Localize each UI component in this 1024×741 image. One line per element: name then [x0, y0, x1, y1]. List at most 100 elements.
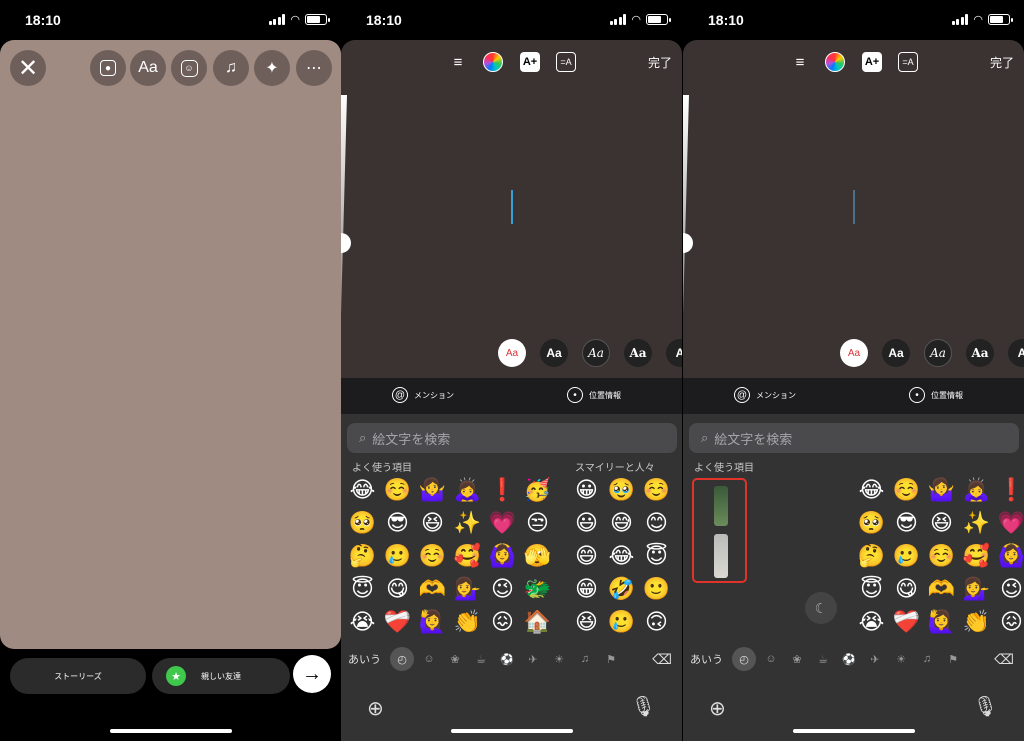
- emoji-key[interactable]: 🐲: [520, 573, 555, 606]
- emoji-key[interactable]: 🥺: [854, 507, 889, 540]
- location-button[interactable]: • 位置情報: [567, 387, 621, 403]
- emoji-key[interactable]: 😎: [889, 507, 924, 540]
- object-category-icon[interactable]: ☀: [546, 653, 572, 666]
- font-option-script[interactable]: Aa: [924, 339, 952, 367]
- kana-switch-button[interactable]: あいう: [690, 651, 730, 667]
- share-to-stories-button[interactable]: ストーリーズ: [10, 658, 146, 694]
- delete-icon[interactable]: ⌫: [994, 651, 1014, 668]
- close-button[interactable]: ✕: [10, 50, 46, 86]
- emoji-key[interactable]: 🤷‍♀️: [415, 474, 450, 507]
- globe-icon[interactable]: ⊕: [709, 696, 726, 721]
- done-button[interactable]: 完了: [648, 54, 672, 71]
- emoji-key[interactable]: 🫶: [415, 573, 450, 606]
- emoji-key[interactable]: 🥹: [604, 474, 639, 507]
- emoji-key[interactable]: 🤣: [604, 573, 639, 606]
- font-option-typewriter[interactable]: Aa: [624, 339, 652, 367]
- emoji-key[interactable]: 🙃: [639, 606, 674, 639]
- emoji-key[interactable]: 😇: [345, 573, 380, 606]
- emoji-key[interactable]: 🥲: [889, 540, 924, 573]
- emoji-key[interactable]: 😇: [854, 573, 889, 606]
- emoji-key[interactable]: 🙋‍♀️: [415, 606, 450, 639]
- text-animation-button[interactable]: =A: [556, 52, 576, 72]
- globe-icon[interactable]: ⊕: [367, 696, 384, 721]
- text-animation-button[interactable]: =A: [898, 52, 918, 72]
- text-effect-button[interactable]: A+: [862, 52, 882, 72]
- mention-button[interactable]: @ メンション: [734, 387, 796, 403]
- emoji-key[interactable]: 🏠: [520, 606, 555, 639]
- emoji-key[interactable]: 😆: [415, 507, 450, 540]
- color-picker-button[interactable]: [483, 52, 503, 72]
- emoji-key[interactable]: 😒: [520, 507, 555, 540]
- emoji-key[interactable]: 😖: [994, 606, 1024, 639]
- emoji-key[interactable]: 😂: [854, 474, 889, 507]
- location-button[interactable]: • 位置情報: [909, 387, 963, 403]
- activity-category-icon[interactable]: ⚽: [494, 653, 520, 666]
- emoji-key[interactable]: 🥰: [959, 540, 994, 573]
- emoji-key[interactable]: ❗: [994, 474, 1024, 507]
- color-picker-button[interactable]: [825, 52, 845, 72]
- food-category-icon[interactable]: ☕: [468, 653, 494, 666]
- emoji-key[interactable]: 😂: [604, 540, 639, 573]
- emoji-key[interactable]: 🤔: [345, 540, 380, 573]
- text-align-button[interactable]: ≡: [448, 52, 468, 72]
- delete-icon[interactable]: ⌫: [652, 651, 672, 668]
- emoji-key[interactable]: ☺️: [924, 540, 959, 573]
- emoji-key[interactable]: ❤️‍🩹: [380, 606, 415, 639]
- emoji-key[interactable]: 😆: [569, 606, 604, 639]
- emoji-key[interactable]: 😃: [569, 507, 604, 540]
- font-option-classic[interactable]: Aa: [840, 339, 868, 367]
- emoji-search-input[interactable]: ⌕ 絵文字を検索: [689, 423, 1019, 453]
- activity-category-icon[interactable]: ⚽: [836, 653, 862, 666]
- animal-category-icon[interactable]: ❀: [784, 653, 810, 666]
- emoji-key[interactable]: 😁: [569, 573, 604, 606]
- emoji-key[interactable]: 😆: [924, 507, 959, 540]
- recent-category-icon[interactable]: ◴: [390, 647, 414, 671]
- emoji-key[interactable]: 💁‍♀️: [450, 573, 485, 606]
- font-option-modern[interactable]: Aa: [540, 339, 568, 367]
- emoji-key[interactable]: 🙇‍♀️: [450, 474, 485, 507]
- flag-category-icon[interactable]: ⚑: [598, 653, 624, 666]
- emoji-key[interactable]: 👏: [959, 606, 994, 639]
- emoji-key[interactable]: 😭: [345, 606, 380, 639]
- emoji-key[interactable]: 🥺: [345, 507, 380, 540]
- emoji-key[interactable]: 🫶: [924, 573, 959, 606]
- sticker-toggle-button[interactable]: ☾: [805, 592, 837, 624]
- emoji-key[interactable]: ❗: [485, 474, 520, 507]
- emoji-search-input[interactable]: ⌕ 絵文字を検索: [347, 423, 677, 453]
- emoji-key[interactable]: 🥲: [604, 606, 639, 639]
- emoji-key[interactable]: 💗: [485, 507, 520, 540]
- emoji-key[interactable]: 🙇‍♀️: [959, 474, 994, 507]
- emoji-key[interactable]: 😉: [994, 573, 1024, 606]
- emoji-key[interactable]: 🥳: [520, 474, 555, 507]
- object-category-icon[interactable]: ☀: [888, 653, 914, 666]
- recent-category-icon[interactable]: ◴: [732, 647, 756, 671]
- symbol-category-icon[interactable]: ♫: [914, 653, 940, 665]
- emoji-key[interactable]: 😇: [639, 540, 674, 573]
- emoji-key[interactable]: 🙆‍♀️: [994, 540, 1024, 573]
- emoji-key[interactable]: 🤔: [854, 540, 889, 573]
- emoji-key[interactable]: 😎: [380, 507, 415, 540]
- font-option-modern[interactable]: Aa: [882, 339, 910, 367]
- text-tool-button[interactable]: Aa: [130, 50, 166, 86]
- emoji-key[interactable]: 🥲: [380, 540, 415, 573]
- emoji-key[interactable]: 🙋‍♀️: [924, 606, 959, 639]
- emoji-key[interactable]: 😂: [345, 474, 380, 507]
- done-button[interactable]: 完了: [990, 54, 1014, 71]
- emoji-key[interactable]: ❤️‍🩹: [889, 606, 924, 639]
- emoji-key[interactable]: ☺️: [415, 540, 450, 573]
- more-button[interactable]: ⋯: [296, 50, 332, 86]
- share-to-close-friends-button[interactable]: ★ 親しい友達: [152, 658, 290, 694]
- font-option-strong[interactable]: A: [666, 339, 682, 367]
- music-button[interactable]: ♫: [213, 50, 249, 86]
- smiley-category-icon[interactable]: ☺: [416, 653, 442, 665]
- effects-button[interactable]: ✦: [254, 50, 290, 86]
- font-option-typewriter[interactable]: Aa: [966, 339, 994, 367]
- emoji-key[interactable]: 😊: [639, 507, 674, 540]
- emoji-key[interactable]: 😀: [569, 474, 604, 507]
- symbol-category-icon[interactable]: ♫: [572, 653, 598, 665]
- sticker-bottle-green[interactable]: [714, 486, 728, 526]
- microphone-icon[interactable]: 🎙: [973, 694, 998, 719]
- emoji-key[interactable]: 😉: [485, 573, 520, 606]
- emoji-key[interactable]: ✨: [959, 507, 994, 540]
- font-option-strong[interactable]: A: [1008, 339, 1024, 367]
